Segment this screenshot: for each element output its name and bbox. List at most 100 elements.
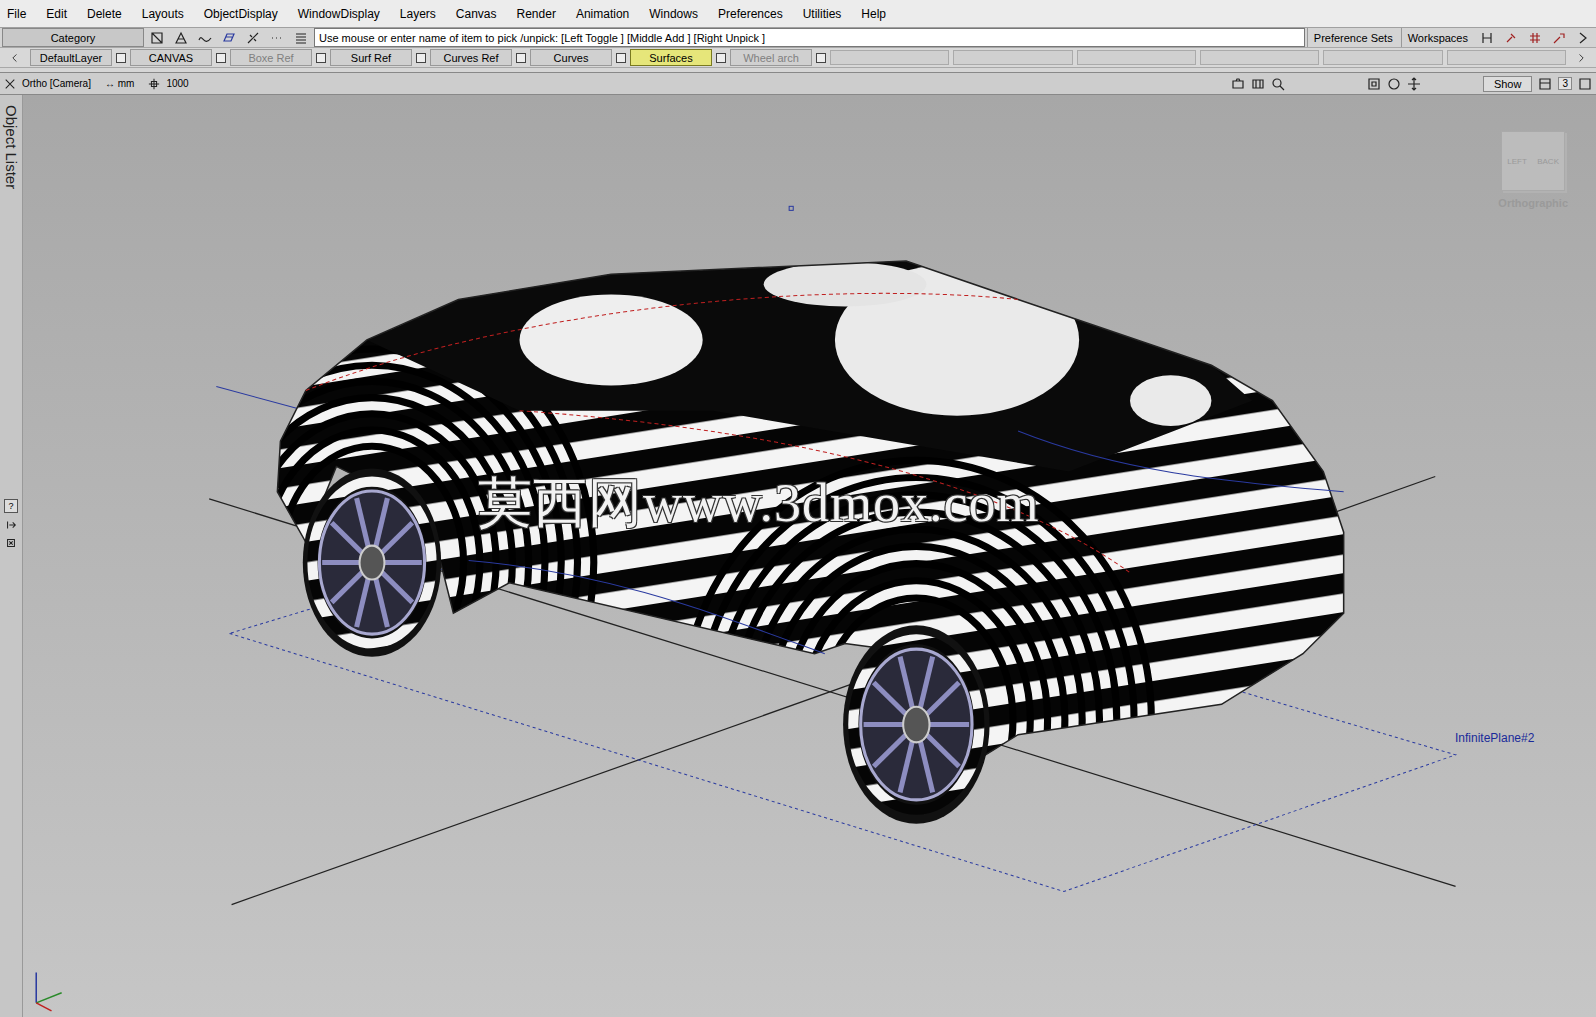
menu-item[interactable]: WindowDisplay	[298, 7, 380, 21]
grid-cross-icon[interactable]	[148, 78, 160, 90]
menu-item[interactable]: ObjectDisplay	[204, 7, 278, 21]
camera-icon[interactable]	[1231, 77, 1245, 91]
menu-item[interactable]: Edit	[46, 7, 67, 21]
shape-icon[interactable]	[174, 31, 188, 45]
curve-icon[interactable]	[198, 31, 212, 45]
layer-label[interactable]: Surfaces	[630, 49, 712, 66]
layer-checkbox[interactable]	[316, 53, 326, 63]
layer-item[interactable]: Surf Ref	[330, 48, 426, 67]
menu-item[interactable]: Help	[861, 7, 886, 21]
menu-item[interactable]: Delete	[87, 7, 122, 21]
menu-item[interactable]: Utilities	[803, 7, 842, 21]
zoom-icon[interactable]	[1271, 77, 1285, 91]
tool-button[interactable]	[242, 28, 264, 47]
layer-label[interactable]: DefaultLayer	[30, 49, 112, 66]
viewport-header: Ortho [Camera]↔ mm1000Show3	[0, 72, 1596, 95]
cube-face[interactable]: BACK	[1537, 157, 1559, 166]
layer-item[interactable]: DefaultLayer	[30, 48, 126, 67]
toolbar-button[interactable]: Workspaces	[1401, 28, 1474, 47]
viewport-canvas[interactable]: 莫西网www.3dmox.comInfinitePlane#2LEFTBACKO…	[23, 95, 1596, 1017]
tool-button[interactable]	[170, 28, 192, 47]
layer-label[interactable]: Boxe Ref	[230, 49, 312, 66]
frame-icon[interactable]	[1367, 77, 1381, 91]
layer-label[interactable]: CANVAS	[130, 49, 212, 66]
box-icon[interactable]	[150, 31, 164, 45]
tool-button[interactable]	[218, 28, 240, 47]
layer-checkbox[interactable]	[616, 53, 626, 63]
menu-item[interactable]: Windows	[649, 7, 698, 21]
category-dropdown[interactable]: Category	[2, 28, 144, 47]
move-icon[interactable]	[1407, 77, 1421, 91]
tag-icon[interactable]	[1552, 31, 1566, 45]
layer-item[interactable]: Curves	[530, 48, 626, 67]
layer-item[interactable]: Wheel arch	[730, 48, 826, 67]
menu-item[interactable]: File	[7, 7, 26, 21]
layer-item[interactable]: Curves Ref	[430, 48, 526, 67]
help-button[interactable]: ?	[4, 499, 18, 513]
layer-checkbox[interactable]	[416, 53, 426, 63]
menu-bar: File Edit Delete Layouts ObjectDisplay Window…	[0, 0, 1596, 28]
axis-icon	[36, 972, 61, 1010]
menu-item[interactable]: Preferences	[718, 7, 783, 21]
layer-item[interactable]: Surfaces	[630, 48, 726, 67]
toolbar-button[interactable]: Preference Sets	[1307, 28, 1399, 47]
car-model-icon	[23, 95, 1596, 1017]
menu-item[interactable]: Canvas	[456, 7, 497, 21]
tool-button[interactable]	[1524, 28, 1546, 47]
layer-checkbox[interactable]	[516, 53, 526, 63]
pin-icon[interactable]	[1504, 31, 1518, 45]
arrow-right-icon[interactable]	[1576, 53, 1586, 63]
prompt-field[interactable]: Use mouse or enter name of item to pick …	[314, 28, 1305, 47]
close-icon[interactable]	[4, 78, 16, 90]
scroll-right[interactable]	[1570, 48, 1592, 67]
scroll-left[interactable]	[4, 48, 26, 67]
film-icon[interactable]	[1251, 77, 1265, 91]
tool-button[interactable]	[290, 28, 312, 47]
show-button[interactable]: Show	[1483, 76, 1533, 92]
layer-item[interactable]: CANVAS	[130, 48, 226, 67]
layer-label[interactable]: Curves Ref	[430, 49, 512, 66]
surface-icon[interactable]	[222, 31, 236, 45]
layout-icon[interactable]	[1538, 77, 1552, 91]
expand-button[interactable]	[1572, 28, 1594, 47]
view-cube-box[interactable]: LEFT BACK	[1501, 131, 1565, 191]
layer-item[interactable]: Boxe Ref	[230, 48, 326, 67]
view-cube[interactable]: LEFTBACKOrthographic	[1498, 131, 1568, 209]
layer-checkbox[interactable]	[116, 53, 126, 63]
units-label: ↔ mm	[105, 78, 134, 89]
list-icon[interactable]	[294, 31, 308, 45]
menu-item[interactable]: Render	[517, 7, 556, 21]
tool-button[interactable]	[146, 28, 168, 47]
orbit-icon[interactable]	[1387, 77, 1401, 91]
layer-checkbox[interactable]	[716, 53, 726, 63]
object-lister-tab[interactable]: Object Lister	[3, 105, 20, 189]
menu-item[interactable]: Animation	[576, 7, 629, 21]
view-count[interactable]: 3	[1558, 77, 1572, 90]
dots-icon[interactable]	[270, 31, 284, 45]
layer-checkbox[interactable]	[816, 53, 826, 63]
layer-label[interactable]: Curves	[530, 49, 612, 66]
layer-bar: DefaultLayer CANVAS Boxe Ref Surf Ref Curves…	[0, 48, 1596, 68]
tool-button[interactable]	[1500, 28, 1522, 47]
tool-button[interactable]	[266, 28, 288, 47]
tool-button[interactable]	[194, 28, 216, 47]
menu-item[interactable]: Layouts	[142, 7, 184, 21]
dock-icon[interactable]	[5, 519, 17, 531]
empty-layer-slot	[830, 50, 949, 65]
menu-item[interactable]: Layers	[400, 7, 436, 21]
grid-icon[interactable]	[1528, 31, 1542, 45]
wheel-icon	[303, 468, 441, 656]
arrow-left-icon[interactable]	[10, 53, 20, 63]
cube-face[interactable]: LEFT	[1507, 157, 1527, 166]
maximize-icon[interactable]	[1578, 77, 1592, 91]
layer-label[interactable]: Surf Ref	[330, 49, 412, 66]
empty-layer-slot	[953, 50, 1072, 65]
cv-icon[interactable]	[246, 31, 260, 45]
close-box-icon[interactable]	[5, 537, 17, 549]
tool-button[interactable]	[1476, 28, 1498, 47]
tool-button[interactable]	[1548, 28, 1570, 47]
h-icon[interactable]	[1480, 31, 1494, 45]
arrow-right-icon[interactable]	[1576, 31, 1590, 45]
layer-checkbox[interactable]	[216, 53, 226, 63]
layer-label[interactable]: Wheel arch	[730, 49, 812, 66]
